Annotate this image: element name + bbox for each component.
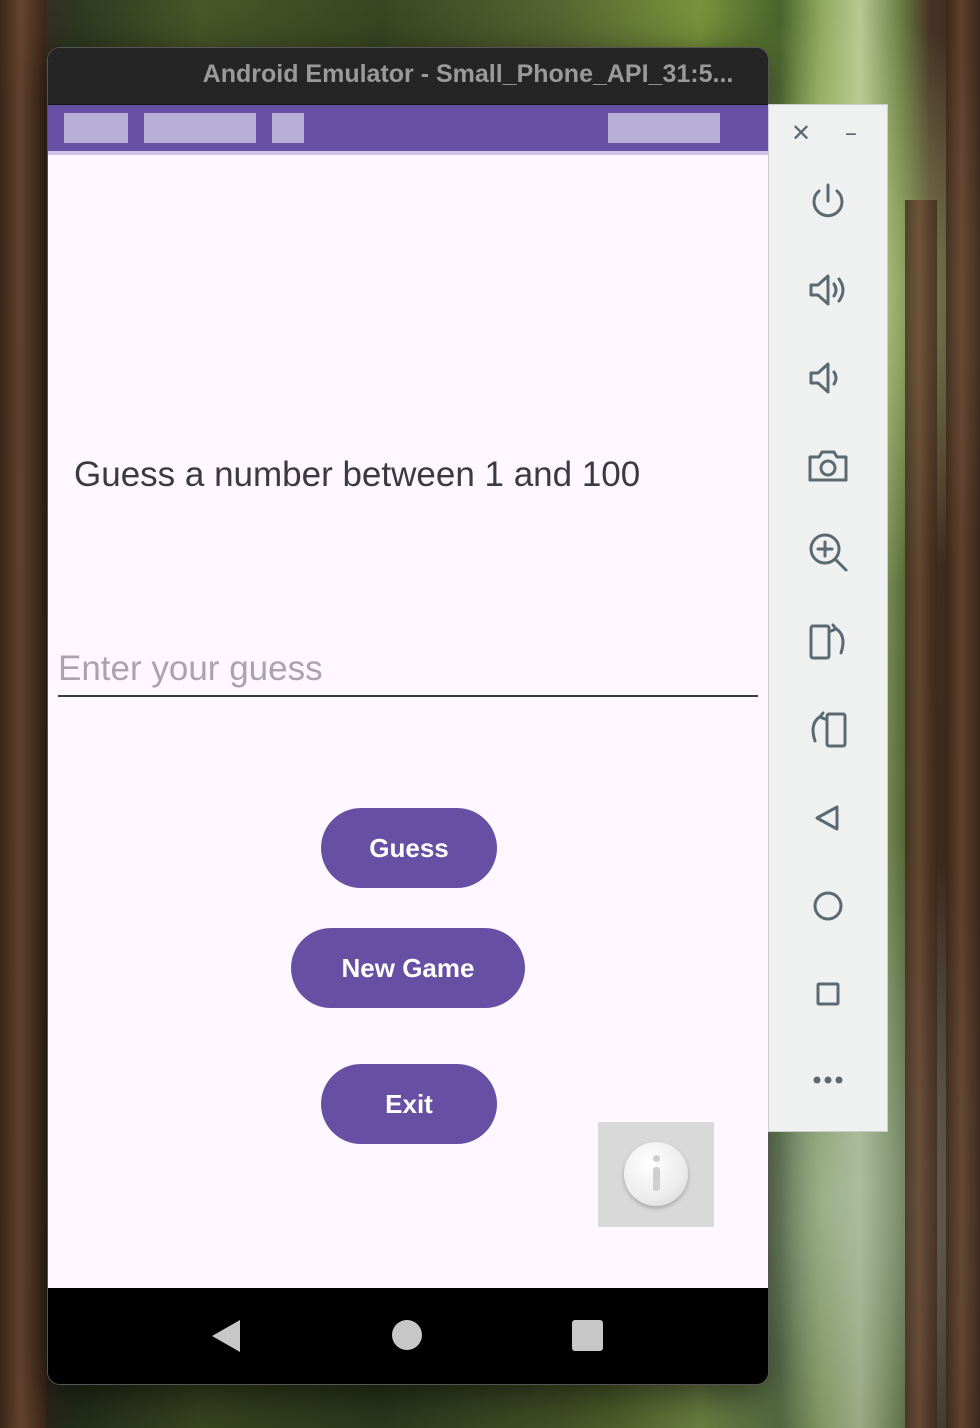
more-icon — [813, 1076, 843, 1084]
exit-button[interactable]: Exit — [321, 1064, 497, 1144]
camera-icon — [808, 450, 848, 482]
status-bar-redacted-block — [272, 113, 304, 143]
navigation-bar — [48, 1288, 768, 1384]
prompt-text: Guess a number between 1 and 100 — [74, 455, 641, 494]
close-icon[interactable]: ✕ — [791, 119, 811, 147]
back-icon — [815, 805, 839, 831]
overview-icon — [816, 982, 840, 1006]
rotate-left-icon — [809, 623, 845, 660]
tree-trunk-far-right — [946, 0, 980, 1428]
status-bar-redacted-block — [144, 113, 256, 143]
tree-trunk-right — [905, 200, 937, 1428]
title-bar[interactable]: Android Emulator - Small_Phone_API_31:5.… — [48, 48, 768, 105]
power-button[interactable] — [803, 177, 853, 227]
more-button[interactable] — [803, 1055, 853, 1105]
status-bar — [48, 105, 768, 155]
guess-input[interactable] — [58, 643, 758, 697]
overview-button[interactable] — [803, 969, 853, 1019]
volume-up-icon — [809, 274, 845, 306]
app-screen: Guess a number between 1 and 100 Guess N… — [48, 155, 768, 1288]
power-icon — [812, 183, 844, 218]
emulator-window: Android Emulator - Small_Phone_API_31:5.… — [48, 48, 768, 1384]
back-button[interactable] — [803, 793, 853, 843]
volume-up-button[interactable] — [803, 265, 853, 315]
rotate-right-button[interactable] — [803, 705, 853, 755]
volume-down-button[interactable] — [803, 353, 853, 403]
rotate-right-icon — [811, 711, 847, 748]
window-title: Android Emulator - Small_Phone_API_31:5.… — [202, 60, 734, 88]
tree-trunk-left — [0, 0, 46, 1428]
emulator-toolbar: ✕ – — [768, 104, 888, 1132]
info-button[interactable] — [598, 1122, 714, 1227]
minimize-icon[interactable]: – — [845, 119, 857, 147]
status-bar-redacted-block — [64, 113, 128, 143]
home-icon[interactable] — [392, 1320, 422, 1350]
zoom-in-icon — [809, 533, 848, 572]
status-bar-redacted-block — [608, 113, 720, 143]
back-icon[interactable] — [212, 1320, 240, 1352]
rotate-left-button[interactable] — [803, 617, 853, 667]
info-icon — [624, 1142, 688, 1206]
new-game-button[interactable]: New Game — [291, 928, 525, 1008]
zoom-button[interactable] — [803, 527, 853, 577]
guess-button[interactable]: Guess — [321, 808, 497, 888]
recents-icon[interactable] — [572, 1320, 603, 1351]
home-icon — [813, 891, 843, 921]
volume-down-icon — [809, 362, 838, 394]
home-button[interactable] — [803, 881, 853, 931]
toolbar-window-controls: ✕ – — [769, 105, 889, 163]
screenshot-button[interactable] — [803, 441, 853, 491]
